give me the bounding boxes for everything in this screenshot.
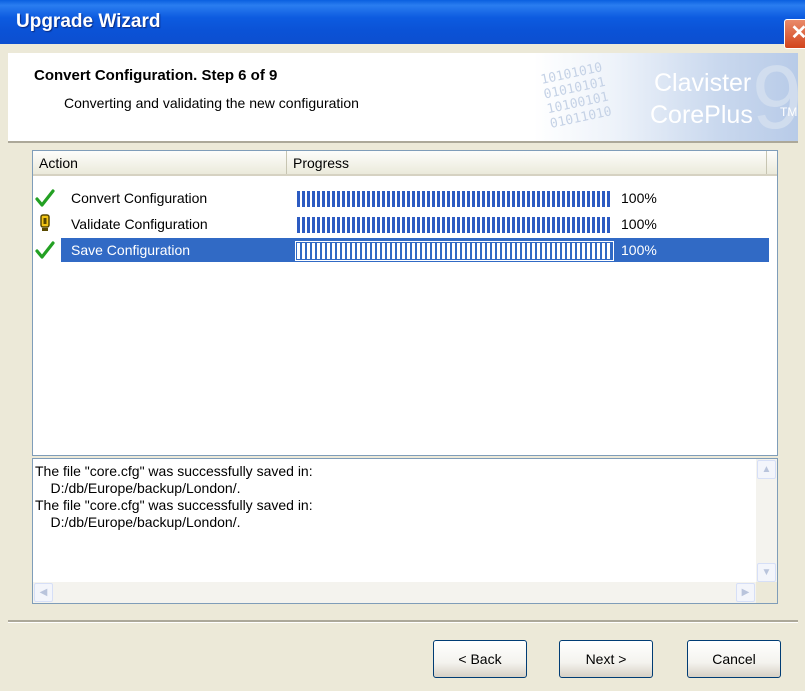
scroll-up-button[interactable]: ▲ — [757, 460, 776, 479]
column-header-action[interactable]: Action — [33, 151, 287, 174]
progress-bar — [297, 191, 612, 207]
close-button[interactable]: ✕ — [784, 19, 805, 49]
warning-icon — [40, 214, 50, 231]
chevron-left-icon: ◀ — [39, 587, 48, 598]
progress-percent: 100% — [621, 216, 657, 232]
horizontal-scrollbar[interactable]: ◀ ▶ — [33, 582, 756, 603]
action-row-validate[interactable]: Validate Configuration 100% — [33, 212, 771, 236]
close-icon: ✕ — [790, 22, 805, 44]
action-row-convert[interactable]: Convert Configuration 100% — [33, 186, 771, 210]
action-row-save[interactable]: Save Configuration 100% — [33, 238, 771, 262]
progress-bar — [297, 243, 612, 259]
clavister-logo: 10101010 01010101 10100101 01011010 9 Cl… — [534, 53, 798, 141]
column-header-progress[interactable]: Progress — [287, 151, 767, 174]
action-label: Save Configuration — [71, 242, 191, 258]
scroll-left-button[interactable]: ◀ — [34, 583, 53, 602]
wizard-header: Convert Configuration. Step 6 of 9 Conve… — [8, 53, 798, 141]
action-list[interactable]: Action Progress Convert Configuration 10… — [32, 150, 778, 456]
logo-text-coreplus: CorePlus — [650, 101, 753, 129]
checkmark-icon — [35, 189, 55, 207]
log-output[interactable]: The file "core.cfg" was successfully sav… — [32, 458, 778, 604]
window-title: Upgrade Wizard — [16, 11, 161, 32]
cancel-button[interactable]: Cancel — [687, 640, 781, 678]
chevron-right-icon: ▶ — [741, 587, 750, 598]
logo-trademark: TM — [780, 105, 798, 119]
footer-divider — [8, 620, 798, 623]
scroll-right-button[interactable]: ▶ — [736, 583, 755, 602]
title-bar: Upgrade Wizard — [0, 0, 805, 44]
progress-bar — [297, 217, 612, 233]
logo-text-clavister: Clavister — [654, 69, 752, 97]
header-divider — [8, 141, 798, 143]
scroll-down-button[interactable]: ▼ — [757, 563, 776, 582]
progress-percent: 100% — [621, 242, 657, 258]
column-header-bar: Action Progress — [33, 151, 777, 176]
chevron-up-icon: ▲ — [761, 464, 772, 475]
action-label: Convert Configuration — [71, 190, 208, 206]
step-title: Convert Configuration. Step 6 of 9 — [34, 67, 278, 84]
logo-numeral: 9 — [752, 53, 798, 141]
scroll-corner — [756, 582, 777, 603]
next-button[interactable]: Next > — [559, 640, 653, 678]
step-subtitle: Converting and validating the new config… — [64, 95, 359, 111]
checkmark-icon — [35, 241, 55, 259]
action-label: Validate Configuration — [71, 216, 208, 232]
chevron-down-icon: ▼ — [761, 567, 772, 578]
progress-percent: 100% — [621, 190, 657, 206]
log-text: The file "core.cfg" was successfully sav… — [35, 463, 313, 530]
vertical-scrollbar[interactable]: ▲ ▼ — [756, 459, 777, 583]
back-button[interactable]: < Back — [433, 640, 527, 678]
